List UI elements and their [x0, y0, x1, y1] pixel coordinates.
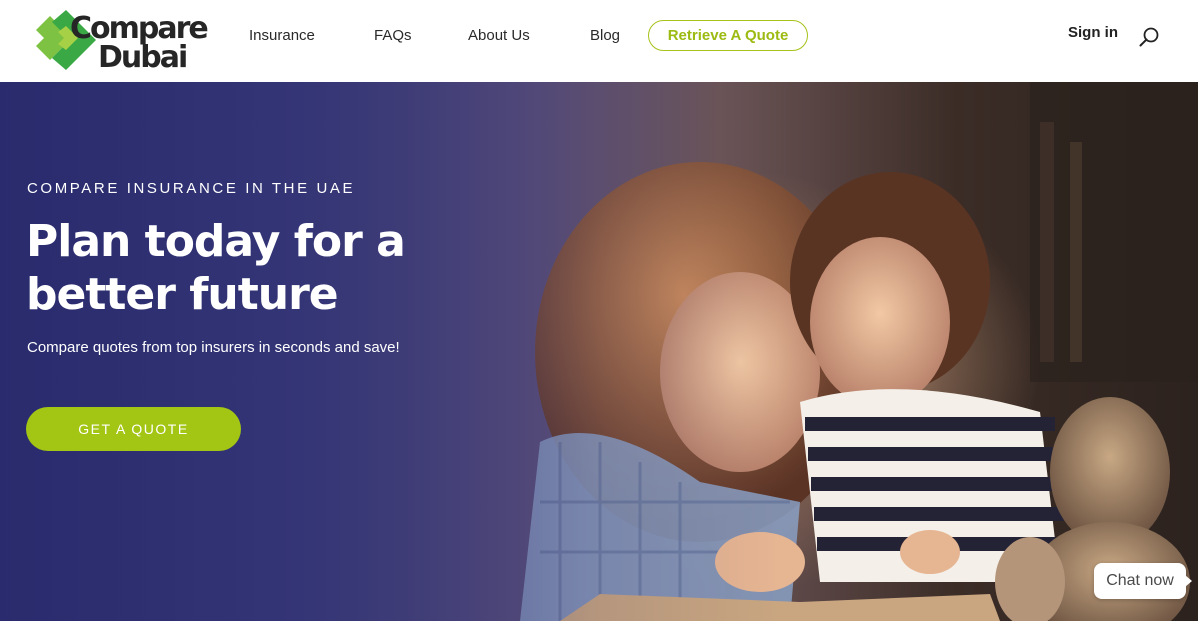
sign-in-link[interactable]: Sign in [1068, 24, 1118, 41]
search-icon[interactable] [1138, 26, 1160, 48]
compare-dubai-logo[interactable]: Compare Dubai [30, 8, 209, 74]
hero-eyebrow: COMPARE INSURANCE IN THE UAE [27, 180, 356, 197]
retrieve-quote-button[interactable]: Retrieve A Quote [648, 20, 808, 51]
logo-text-compare: Compare [70, 11, 209, 46]
hero-subline: Compare quotes from top insurers in seco… [27, 339, 400, 356]
nav-faqs[interactable]: FAQs [374, 26, 412, 46]
site-header: Compare Dubai Insurance FAQs About Us Bl… [0, 0, 1198, 82]
nav-blog[interactable]: Blog [590, 26, 620, 46]
nav-insurance[interactable]: Insurance [249, 26, 315, 46]
nav-about-us[interactable]: About Us [468, 26, 530, 46]
chat-now-button[interactable]: Chat now [1094, 563, 1192, 599]
get-a-quote-button[interactable]: GET A QUOTE [26, 407, 241, 451]
hero-headline: Plan today for a better future [26, 216, 406, 320]
hero-banner: COMPARE INSURANCE IN THE UAE Plan today … [0, 82, 1198, 621]
logo-text-dubai: Dubai [98, 40, 188, 75]
